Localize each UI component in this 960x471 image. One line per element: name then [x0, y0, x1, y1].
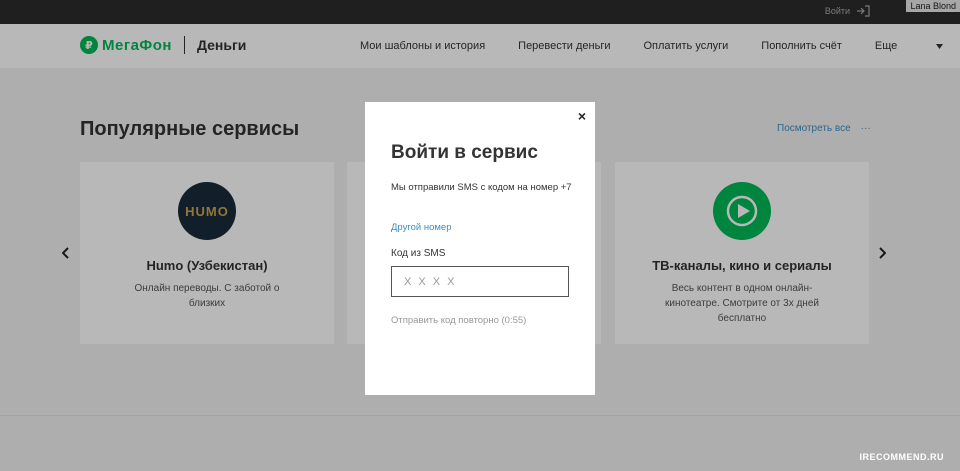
sms-code-input[interactable] — [391, 266, 569, 297]
modal-title: Войти в сервис — [391, 142, 538, 163]
login-modal: × Войти в сервис Мы отправили SMS с кодо… — [365, 102, 595, 395]
resend-code-link[interactable]: Отправить код повторно (0:55) — [391, 315, 526, 326]
sms-sent-text: Мы отправили SMS с кодом на номер +7 — [391, 182, 572, 193]
close-icon[interactable]: × — [578, 108, 586, 124]
watermark: IRECOMMEND.RU — [859, 452, 944, 462]
other-number-link[interactable]: Другой номер — [391, 222, 451, 233]
sms-code-label: Код из SMS — [391, 248, 446, 259]
